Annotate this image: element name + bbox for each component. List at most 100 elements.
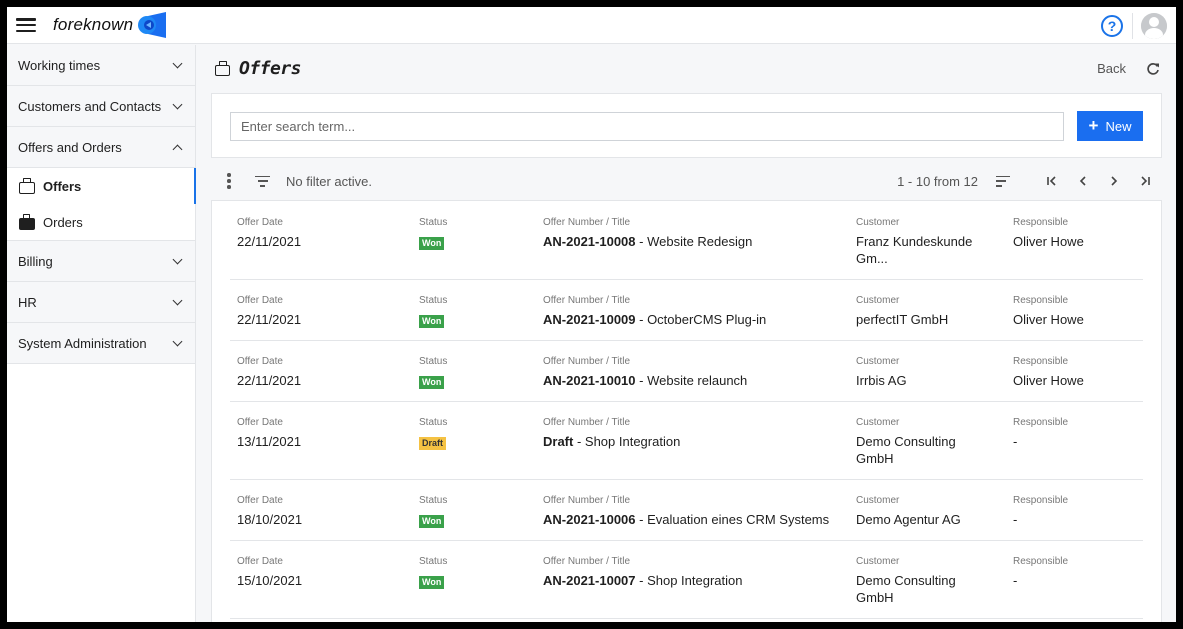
responsible-cell: Responsible -	[1013, 556, 1068, 589]
responsible-cell: Responsible Oliver Howe	[1013, 295, 1084, 328]
sidebar-item-orders[interactable]: Orders	[7, 204, 195, 240]
offer-title: - Website relaunch	[635, 373, 748, 388]
offer-date-label: Offer Date	[237, 495, 283, 506]
customer-name: Franz Kundeskunde Gm...	[856, 234, 973, 266]
sort-icon[interactable]	[996, 175, 1010, 187]
customer-name: Irrbis AG	[856, 373, 907, 388]
chevron-down-icon	[172, 295, 183, 306]
offer-date: 15/10/2021	[237, 573, 303, 588]
sidebar-section-label: HR	[18, 294, 37, 310]
customer-cell: Customer Demo Agentur AG	[856, 495, 986, 528]
offer-title-cell: Offer Number / Title AN-2021-10008 - Webs…	[543, 217, 752, 250]
offer-date-cell: Offer Date 22/11/2021	[237, 356, 301, 389]
user-avatar-icon[interactable]	[1141, 12, 1167, 39]
offer-row[interactable]: Offer Date 18/10/2021 Status Won Offer Numbe…	[230, 480, 1143, 541]
more-options-icon[interactable]	[227, 173, 231, 189]
status-cell: Status Won	[419, 295, 447, 328]
customer-cell: Customer Demo Consulting GmbH	[856, 556, 986, 606]
briefcase-outline-icon	[19, 177, 35, 194]
customer-name: Demo Agentur AG	[856, 512, 961, 527]
brand-logo[interactable]: foreknown	[53, 12, 168, 38]
customer-label: Customer	[856, 295, 900, 306]
offer-title: - Shop Integration	[635, 573, 743, 588]
customer-cell: Customer Franz Kundeskunde Gm...	[856, 217, 986, 267]
refresh-icon[interactable]	[1146, 62, 1160, 76]
offer-row[interactable]: Offer Date 22/11/2021 Status Won Offer Numbe…	[230, 341, 1143, 402]
sidebar-item-label: Orders	[43, 214, 83, 230]
menu-icon[interactable]	[16, 18, 36, 32]
offer-date: 22/11/2021	[237, 234, 302, 249]
offer-number[interactable]: AN-2021-10006	[543, 512, 636, 527]
chevron-down-icon	[172, 99, 183, 110]
sidebar-section-offers-and-orders[interactable]: Offers and Orders	[7, 127, 195, 168]
offers-list: Offer Date 22/11/2021 Status Won Offer Numbe…	[211, 200, 1162, 622]
responsible-label: Responsible	[1013, 295, 1069, 306]
divider	[1132, 12, 1133, 39]
customer-cell: Customer perfectIT GmbH	[856, 295, 986, 328]
sidebar-section-hr[interactable]: HR	[7, 282, 195, 323]
last-page-icon[interactable]	[1138, 174, 1152, 188]
customer-name: Demo Consulting GmbH	[856, 434, 956, 466]
new-offer-button[interactable]: + New	[1077, 111, 1143, 141]
offer-title-label: Offer Number / Title	[543, 217, 631, 228]
list-toolbar: No filter active. 1 - 10 from 12	[211, 163, 1162, 199]
offer-row[interactable]: Offer Date 22/11/2021 Status Won Offer Numbe…	[230, 201, 1143, 280]
offer-number[interactable]: AN-2021-10010	[543, 373, 636, 388]
customer-cell: Customer Irrbis AG	[856, 356, 986, 389]
responsible-label: Responsible	[1013, 356, 1069, 367]
sidebar-section-system-administration[interactable]: System Administration	[7, 323, 195, 364]
offer-title-label: Offer Number / Title	[543, 556, 631, 567]
sidebar-section-label: Working times	[18, 57, 101, 73]
status-cell: Status Won	[419, 356, 447, 389]
responsible-name: Oliver Howe	[1013, 373, 1084, 388]
status-badge: Won	[419, 376, 445, 389]
offer-date-label: Offer Date	[237, 556, 283, 567]
offer-number[interactable]: AN-2021-10008	[543, 234, 636, 249]
status-badge: Draft	[419, 437, 447, 450]
responsible-cell: Responsible -	[1013, 495, 1068, 528]
first-page-icon[interactable]	[1045, 174, 1059, 188]
customer-label: Customer	[856, 495, 900, 506]
sidebar-section-customers-and-contacts[interactable]: Customers and Contacts	[7, 86, 195, 127]
offer-row[interactable]: Offer Date 22/11/2021 Status Won Offer Numbe…	[230, 280, 1143, 341]
sidebar-section-label: Customers and Contacts	[18, 98, 162, 114]
status-label: Status	[419, 556, 448, 567]
offer-title: - OctoberCMS Plug-in	[635, 312, 767, 327]
search-input[interactable]	[230, 112, 1064, 141]
next-page-icon[interactable]	[1107, 174, 1121, 188]
customer-label: Customer	[856, 356, 900, 367]
offer-number[interactable]: AN-2021-10009	[543, 312, 636, 327]
offer-date-cell: Offer Date 15/10/2021	[237, 556, 302, 589]
briefcase-outline-icon	[215, 60, 230, 76]
status-label: Status	[419, 295, 448, 306]
sidebar-item-offers[interactable]: Offers	[7, 168, 196, 204]
status-cell: Status Won	[419, 556, 447, 589]
responsible-name: -	[1013, 434, 1018, 449]
offer-title-label: Offer Number / Title	[543, 417, 631, 428]
help-icon[interactable]: ?	[1101, 14, 1123, 37]
status-label: Status	[419, 417, 448, 428]
status-badge: Won	[419, 237, 445, 250]
responsible-label: Responsible	[1013, 217, 1069, 228]
offer-title: - Website Redesign	[635, 234, 753, 249]
offer-row[interactable]: Offer Date 15/10/2021 Status Won Offer Numbe…	[230, 541, 1143, 619]
responsible-cell: Responsible -	[1013, 417, 1068, 450]
sidebar-section-working-times[interactable]: Working times	[7, 45, 195, 86]
offer-title-cell: Offer Number / Title AN-2021-10009 - Octo…	[543, 295, 766, 328]
back-button[interactable]: Back	[1097, 61, 1126, 76]
main-content: Offers Back + New No filter active. 1 -	[197, 45, 1176, 622]
filter-icon[interactable]	[255, 175, 270, 187]
customer-label: Customer	[856, 217, 900, 228]
customer-name: perfectIT GmbH	[856, 312, 949, 327]
offer-date-label: Offer Date	[237, 417, 283, 428]
offer-title-cell: Offer Number / Title AN-2021-10007 - Shop…	[543, 556, 742, 589]
offer-number[interactable]: AN-2021-10007	[543, 573, 636, 588]
offer-row[interactable]: Offer Date 13/11/2021 Status Draft Offer Num…	[230, 402, 1143, 480]
previous-page-icon[interactable]	[1076, 174, 1090, 188]
offer-number[interactable]: Draft	[543, 434, 573, 449]
status-cell: Status Draft	[419, 417, 447, 450]
sidebar-section-billing[interactable]: Billing	[7, 241, 195, 282]
offer-title-cell: Offer Number / Title Draft - Shop Integra…	[543, 417, 680, 450]
offer-date: 22/11/2021	[237, 373, 302, 388]
top-bar: foreknown ?	[7, 7, 1176, 44]
